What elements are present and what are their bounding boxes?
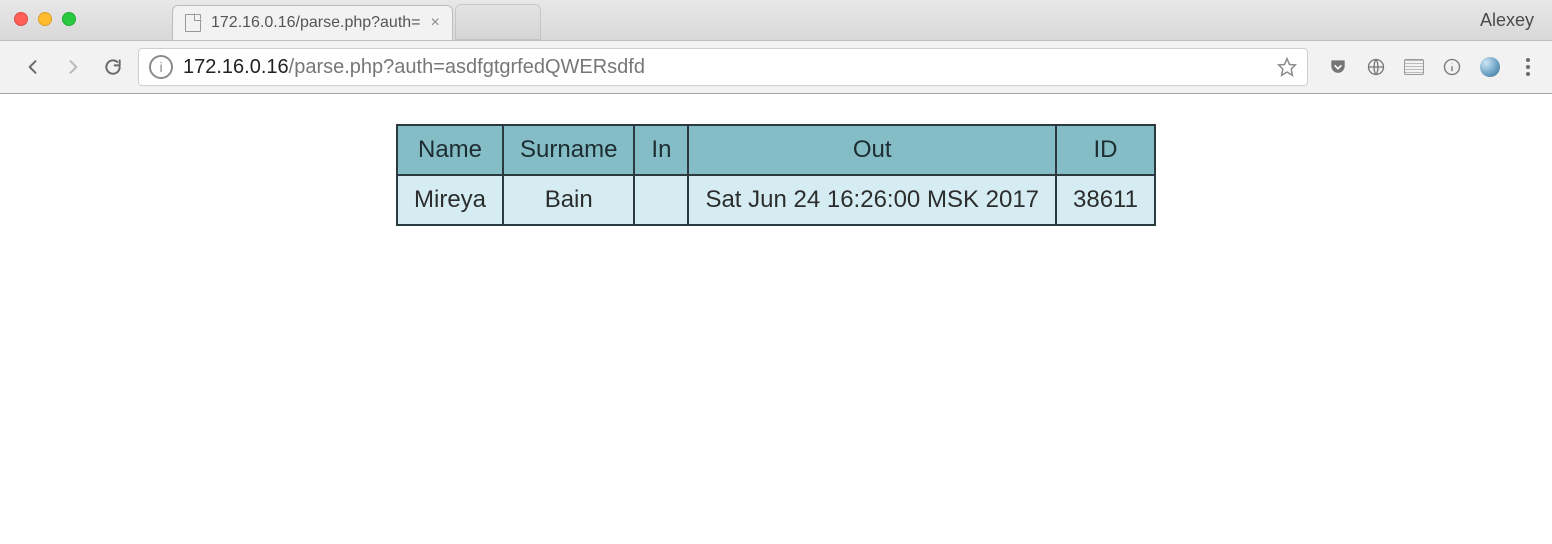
url-host: 172.16.0.16 [183,56,289,78]
close-window-button[interactable] [14,12,28,26]
site-info-icon[interactable]: i [149,55,173,79]
kebab-menu-icon[interactable] [1518,57,1538,77]
tab-title: 172.16.0.16/parse.php?auth= [211,14,421,32]
window-controls [14,12,76,26]
cell-id: 38611 [1056,175,1155,225]
new-tab-button[interactable] [455,4,541,40]
url-path: /parse.php?auth=asdfgtgrfedQWERsdfd [289,56,645,78]
cell-in [634,175,688,225]
extension-box-icon[interactable] [1404,59,1424,75]
maximize-window-button[interactable] [62,12,76,26]
col-name: Name [397,125,503,175]
close-tab-icon[interactable]: × [431,15,440,31]
cell-name: Mireya [397,175,503,225]
browser-window: 172.16.0.16/parse.php?auth= × Alexey i 1… [0,0,1552,544]
table-header-row: Name Surname In Out ID [397,125,1155,175]
cell-out: Sat Jun 24 16:26:00 MSK 2017 [688,175,1056,225]
bookmark-star-icon[interactable] [1277,57,1297,77]
pocket-icon[interactable] [1328,57,1348,77]
col-out: Out [688,125,1056,175]
titlebar: 172.16.0.16/parse.php?auth= × Alexey [0,0,1552,41]
cell-surname: Bain [503,175,634,225]
nav-buttons [22,56,124,78]
back-button[interactable] [22,56,44,78]
col-surname: Surname [503,125,634,175]
minimize-window-button[interactable] [38,12,52,26]
page-viewport: Name Surname In Out ID Mireya Bain Sat J… [0,94,1552,226]
blue-globe-icon[interactable] [1480,57,1500,77]
profile-name[interactable]: Alexey [1480,10,1534,31]
info-icon[interactable] [1442,57,1462,77]
globe-icon[interactable] [1366,57,1386,77]
extension-icons [1328,57,1538,77]
file-icon [185,14,201,32]
col-in: In [634,125,688,175]
browser-tab-active[interactable]: 172.16.0.16/parse.php?auth= × [172,5,453,40]
results-table: Name Surname In Out ID Mireya Bain Sat J… [396,124,1156,226]
table-row: Mireya Bain Sat Jun 24 16:26:00 MSK 2017… [397,175,1155,225]
tab-strip: 172.16.0.16/parse.php?auth= × [172,0,543,40]
toolbar: i 172.16.0.16/parse.php?auth=asdfgtgrfed… [0,41,1552,94]
reload-button[interactable] [102,56,124,78]
forward-button[interactable] [62,56,84,78]
url-text: 172.16.0.16/parse.php?auth=asdfgtgrfedQW… [183,56,1267,79]
address-bar[interactable]: i 172.16.0.16/parse.php?auth=asdfgtgrfed… [138,48,1308,86]
col-id: ID [1056,125,1155,175]
